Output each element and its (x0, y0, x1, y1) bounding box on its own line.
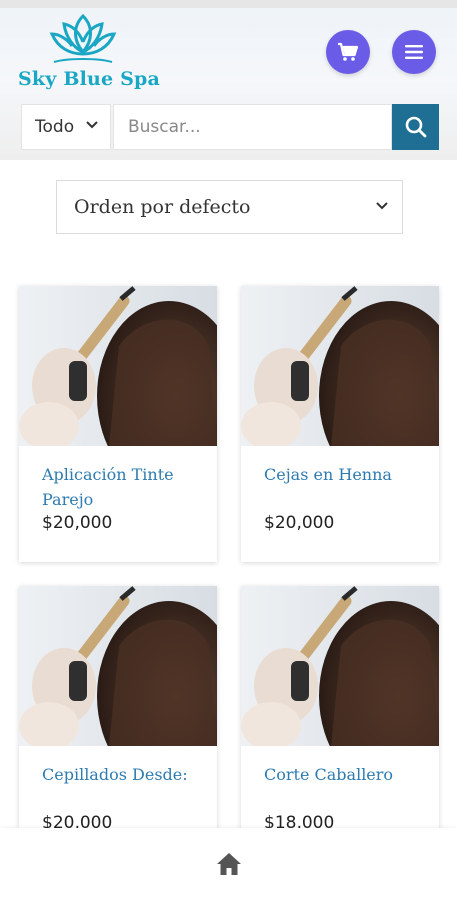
chevron-down-icon (86, 121, 98, 129)
category-label: Todo (35, 117, 75, 137)
product-price: $20,000 (264, 513, 335, 533)
menu-button[interactable] (392, 30, 436, 74)
sort-selected-label: Orden por defecto (74, 196, 251, 218)
home-icon[interactable] (216, 852, 242, 876)
product-image[interactable] (19, 586, 217, 746)
product-title[interactable]: Corte Caballero (264, 762, 429, 787)
brand-name: Sky Blue Spa (18, 68, 161, 90)
site-header: Sky Blue Spa Todo (0, 0, 457, 160)
product-title[interactable]: Cepillados Desde: (42, 762, 207, 787)
cart-icon (338, 42, 359, 61)
sort-select[interactable]: Orden por defecto (56, 180, 403, 234)
product-card[interactable]: Cepillados Desde: $20,000 (19, 586, 217, 862)
lotus-icon (49, 13, 117, 63)
product-price: $20,000 (42, 513, 113, 533)
search-icon (405, 116, 426, 138)
product-title[interactable]: Aplicación Tinte Parejo (42, 462, 207, 512)
product-image[interactable] (19, 286, 217, 446)
brand-logo[interactable]: Sky Blue Spa (18, 12, 161, 92)
product-image[interactable] (241, 586, 439, 746)
product-image[interactable] (241, 286, 439, 446)
chevron-down-icon (376, 202, 388, 210)
status-strip (0, 0, 457, 8)
cart-button[interactable] (326, 30, 370, 74)
product-card[interactable]: Corte Caballero $18,000 (241, 586, 439, 862)
product-card[interactable]: Aplicación Tinte Parejo $20,000 (19, 286, 217, 562)
hamburger-icon (405, 45, 423, 59)
search-input[interactable] (113, 104, 392, 150)
bottom-nav (0, 828, 457, 900)
product-card[interactable]: Cejas en Henna $20,000 (241, 286, 439, 562)
category-select[interactable]: Todo (21, 104, 111, 150)
product-title[interactable]: Cejas en Henna (264, 462, 429, 487)
search-bar: Todo (21, 104, 439, 150)
search-button[interactable] (392, 104, 439, 150)
